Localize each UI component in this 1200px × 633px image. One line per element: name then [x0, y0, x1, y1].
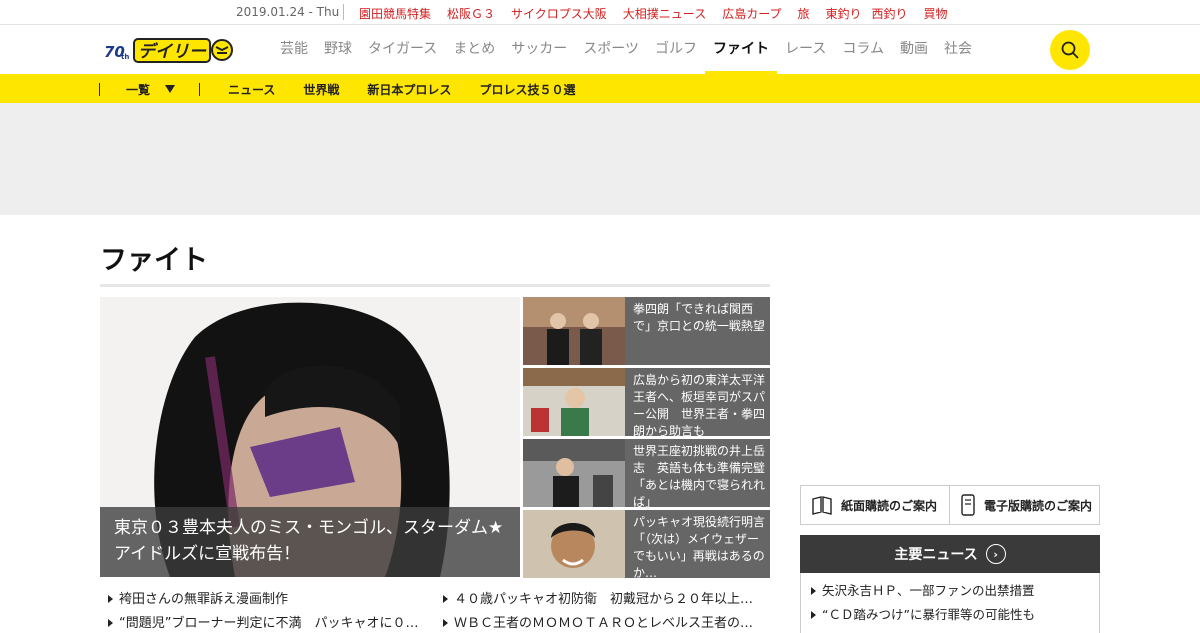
- nav-fight[interactable]: ファイト: [705, 25, 778, 74]
- digital-subscription-label: 電子版購読のご案内: [984, 498, 1093, 513]
- logo-text: デイリー: [138, 42, 207, 62]
- major-news-title: 主要ニュース: [894, 547, 978, 563]
- headline-link[interactable]: ＷＢＣ王者のＭＯＭＯＴＡＲＯとレベルス王者の…: [443, 612, 753, 631]
- site-header: 70 th デイリー 芸能 野球 タイガース まとめ サッカー スポーツ ゴルフ…: [0, 25, 1200, 74]
- all-list-toggle[interactable]: 一覧: [126, 81, 150, 98]
- divider: [199, 83, 200, 96]
- top-link-cyclops[interactable]: サイクロプス大阪: [511, 5, 607, 22]
- top-link-east-fishing[interactable]: 東釣り: [826, 5, 862, 22]
- story-thumbnail: [523, 439, 625, 507]
- subnav-links: ニュース 世界戦 新日本プロレス プロレス技５０選: [228, 81, 603, 98]
- nav-race[interactable]: レース: [777, 25, 834, 74]
- story-thumbnail: [523, 297, 625, 365]
- top-utility-bar: 2019.01.24 - Thu 園田競馬特集 松阪Ｇ３ サイクロプス大阪 大相…: [0, 0, 1200, 25]
- top-link-sonoda[interactable]: 園田競馬特集: [359, 5, 431, 22]
- search-icon: [1061, 41, 1079, 59]
- paper-subscription-button[interactable]: 紙面購読のご案内: [800, 485, 950, 525]
- ad-banner-area: [0, 103, 1200, 215]
- side-story-title: 世界王座初挑戦の井上岳志 英語も体も準備完璧「あとは機内で寝られれば」: [633, 444, 766, 509]
- nav-soccer[interactable]: サッカー: [503, 25, 575, 74]
- side-story-title: 広島から初の東洋太平洋王者へ、板垣幸司がスパー公開 世界王者・拳四朗から助言も: [633, 373, 766, 438]
- nav-matome[interactable]: まとめ: [445, 25, 503, 74]
- top-link-carp[interactable]: 広島カープ: [722, 5, 781, 22]
- divider: [343, 4, 344, 20]
- side-story-title: パッキャオ現役続行明言「（次は）メイウェザーでもいい」再戦はあるのか…: [633, 515, 766, 580]
- story-thumbnail: [523, 510, 625, 578]
- headline-link[interactable]: 袴田さんの無罪訴え漫画制作: [108, 588, 288, 607]
- headline-link[interactable]: ４０歳パッキャオ初防衛 初戴冠から２０年以上…: [443, 588, 753, 607]
- top-link-matsusaka[interactable]: 松阪Ｇ３: [447, 5, 495, 22]
- nav-video[interactable]: 動画: [892, 25, 936, 74]
- headline-link[interactable]: “問題児”ブローナー判定に不満 パッキャオに０…: [108, 612, 418, 631]
- side-story-title: 拳四朗「できれば関西で」京口との統一戦熱望: [633, 302, 765, 333]
- hero-story[interactable]: 東京０３豊本夫人のミス・モンゴル、スターダム★アイドルズに宣戦布告！: [100, 297, 520, 577]
- category-subnav: 一覧 ニュース 世界戦 新日本プロレス プロレス技５０選: [0, 74, 1200, 103]
- major-news-list: 矢沢永吉ＨＰ、一部ファンの出禁措置 “ＣＤ踏みつけ”に暴行罪等の可能性も: [800, 573, 1100, 633]
- side-story[interactable]: 広島から初の東洋太平洋王者へ、板垣幸司がスパー公開 世界王者・拳四朗から助言も: [523, 368, 770, 438]
- smartphone-icon: [961, 494, 975, 516]
- main-nav: 芸能 野球 タイガース まとめ サッカー スポーツ ゴルフ ファイト レース コ…: [272, 25, 980, 74]
- major-news-header[interactable]: 主要ニュース ›: [800, 535, 1100, 573]
- nav-geino[interactable]: 芸能: [272, 25, 316, 74]
- top-link-travel[interactable]: 旅: [797, 5, 809, 22]
- divider: [99, 83, 100, 96]
- chevron-right-icon[interactable]: ›: [985, 544, 1006, 564]
- nav-golf[interactable]: ゴルフ: [647, 25, 705, 74]
- hero-caption[interactable]: 東京０３豊本夫人のミス・モンゴル、スターダム★アイドルズに宣戦布告！: [100, 507, 520, 577]
- story-thumbnail: [523, 368, 625, 436]
- top-link-sumo[interactable]: 大相撲ニュース: [623, 5, 706, 22]
- nav-society[interactable]: 社会: [936, 25, 980, 74]
- nav-tigers[interactable]: タイガース: [360, 25, 445, 74]
- nav-column[interactable]: コラム: [834, 25, 892, 74]
- top-link-west-fishing[interactable]: 西釣り: [872, 5, 908, 22]
- subnav-news[interactable]: ニュース: [228, 81, 275, 98]
- dropdown-arrow-icon[interactable]: [165, 85, 175, 93]
- side-story[interactable]: パッキャオ現役続行明言「（次は）メイウェザーでもいい」再戦はあるのか…: [523, 510, 770, 580]
- search-button[interactable]: [1050, 30, 1090, 70]
- subnav-njpw[interactable]: 新日本プロレス: [367, 81, 451, 98]
- nav-yakyu[interactable]: 野球: [316, 25, 360, 74]
- subnav-world-title[interactable]: 世界戦: [303, 81, 339, 98]
- digital-subscription-button[interactable]: 電子版購読のご案内: [949, 485, 1100, 525]
- subnav-wrestling-moves[interactable]: プロレス技５０選: [479, 81, 575, 98]
- newspaper-icon: [812, 496, 832, 515]
- top-links: 園田競馬特集 松阪Ｇ３ サイクロプス大阪 大相撲ニュース 広島カープ 旅 東釣り…: [359, 5, 964, 22]
- page-title: ファイト: [100, 245, 208, 276]
- side-story[interactable]: 世界王座初挑戦の井上岳志 英語も体も準備完璧「あとは機内で寝られれば」: [523, 439, 770, 509]
- nav-sports[interactable]: スポーツ: [575, 25, 647, 74]
- title-divider: [100, 284, 770, 287]
- side-story[interactable]: 拳四朗「できれば関西で」京口との統一戦熱望: [523, 297, 770, 365]
- major-news-item[interactable]: “ＣＤ踏みつけ”に暴行罪等の可能性も: [811, 604, 1035, 623]
- top-link-shopping[interactable]: 買物: [924, 5, 948, 22]
- site-logo[interactable]: 70 th デイリー: [104, 35, 234, 65]
- current-date: 2019.01.24 - Thu: [236, 5, 340, 19]
- major-news-item[interactable]: 矢沢永吉ＨＰ、一部ファンの出禁措置: [811, 580, 1035, 599]
- paper-subscription-label: 紙面購読のご案内: [841, 498, 938, 513]
- svg-text:th: th: [121, 53, 129, 61]
